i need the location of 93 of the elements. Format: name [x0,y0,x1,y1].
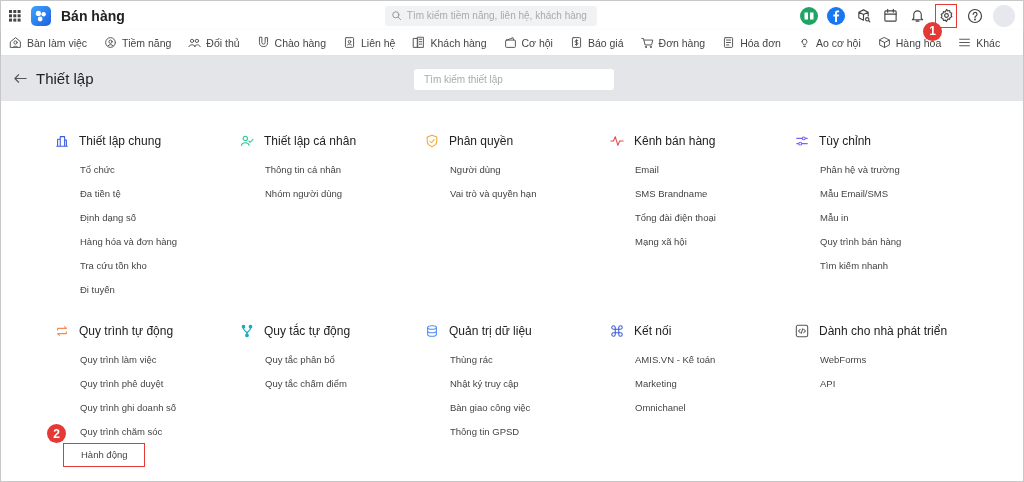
section-title: Phân quyền [449,134,514,148]
nav-tab[interactable]: Cơ hội [503,36,553,49]
settings-link[interactable]: Quy trình ghi doanh số [80,401,177,413]
nav-tab[interactable]: Bàn làm việc [9,36,88,49]
nav-tab[interactable]: Ao cơ hội [797,36,861,49]
settings-link[interactable]: Quy tắc chấm điểm [265,377,347,389]
building-icon [412,36,426,49]
settings-link[interactable]: WebForms [820,353,867,365]
app-title: Bán hàng [61,7,125,24]
price-sheet-icon [569,36,583,49]
back-arrow-icon[interactable] [13,71,28,86]
code-icon [795,324,809,338]
cube-icon [877,36,891,49]
book-icon[interactable] [800,6,818,25]
section-title: Thiết lập cá nhân [264,134,357,148]
sliders-icon [795,134,809,148]
section-title: Kênh bán hàng [634,134,716,148]
section-title: Dành cho nhà phát triển [819,324,948,338]
pulse-icon [610,134,624,148]
settings-link[interactable]: Quy trình chăm sóc [80,425,163,437]
search-field[interactable]: Tìm kiếm tiềm năng, liên hệ, khách hàng [384,5,597,26]
settings-link[interactable]: Tìm kiếm nhanh [820,259,889,271]
settings-link[interactable]: Marketing [635,377,677,389]
page-title: Thiết lập [36,70,94,87]
calendar-icon[interactable] [881,6,899,25]
settings-link[interactable]: Tra cứu tồn kho [80,259,147,271]
settings-link[interactable]: SMS Brandname [635,187,708,199]
settings-link[interactable]: Quy trình bán hàng [820,235,902,247]
settings-link[interactable]: Nhóm người dùng [265,187,343,199]
nav-tab[interactable]: Liên hệ [343,36,396,49]
app-logo [31,5,51,26]
settings-link[interactable]: Vai trò và quyền hạn [450,187,537,199]
wallet-icon [503,36,517,49]
shield-icon [425,134,439,148]
settings-search-field[interactable]: Tìm kiếm thiết lập [414,69,614,90]
settings-link[interactable]: Tổng đài điện thoại [635,211,716,223]
settings-link[interactable]: Định dạng số [80,211,136,223]
settings-link[interactable]: Thông tin cá nhân [265,163,342,175]
nav-tab[interactable]: Hóa đơn [722,36,781,49]
section-title: Kết nối [634,324,672,338]
facebook-icon[interactable] [827,6,845,25]
menu-icon [958,36,972,49]
settings-link[interactable]: Phân hệ và trường [820,163,900,175]
person-circle-icon [104,36,118,49]
section-title: Quản trị dữ liệu [449,324,532,338]
contact-card-icon [343,36,356,49]
nav-tab[interactable]: Tiềm năng [104,36,172,49]
building-icon [55,134,69,148]
section-title: Thiết lập chung [79,134,162,148]
settings-icon[interactable] [935,3,957,28]
nav-tab[interactable]: Khách hàng [412,36,487,49]
nav-tab[interactable]: Chào hàng [256,36,326,49]
settings-link[interactable]: Email [635,163,659,175]
person-check-icon [240,134,254,148]
settings-link[interactable]: Đa tiền tệ [80,187,121,199]
step-badge: 2 [47,424,66,443]
document-icon [722,36,736,49]
search-icon [390,9,402,21]
settings-link[interactable]: Đi tuyến [80,283,115,295]
settings-link[interactable]: Thùng rác [450,353,493,365]
branch-icon [240,324,254,338]
nav-tab[interactable]: Đơn hàng [640,36,706,49]
settings-link[interactable]: Tổ chức [80,163,115,175]
nav-tab[interactable]: Khác [958,36,1001,49]
settings-link[interactable]: Quy trình phê duyệt [80,377,164,389]
settings-link[interactable]: Quy trình làm việc [80,353,157,365]
home-user-icon [9,36,22,49]
section-title: Tùy chỉnh [819,134,872,148]
settings-link[interactable]: Nhật ký truy cập [450,377,519,389]
settings-link[interactable]: Mạng xã hội [635,235,687,247]
repeat-icon [55,324,69,338]
nav-tab[interactable]: Đối thủ [188,36,240,49]
settings-link[interactable]: Mẫu in [820,211,849,223]
app-grid-icon[interactable] [9,9,21,22]
settings-link[interactable]: Hành động [63,443,146,467]
settings-link[interactable]: Thông tin GPSD [450,425,520,437]
magnet-icon [256,36,270,49]
section-title: Quy tắc tự động [264,324,351,338]
settings-link[interactable]: Quy tắc phân bổ [265,353,335,365]
cart-icon [640,36,654,49]
people-icon [188,36,202,49]
settings-link[interactable]: Người dùng [450,163,501,175]
settings-link[interactable]: AMIS.VN - Kế toán [635,353,716,365]
command-icon [610,324,624,338]
settings-link[interactable]: Hàng hóa và đơn hàng [80,235,178,247]
settings-link[interactable]: Omnichanel [635,401,686,413]
section-title: Quy trình tự động [79,324,174,338]
help-icon[interactable] [966,6,984,25]
settings-link[interactable]: Mẫu Email/SMS [820,187,889,199]
settings-link[interactable]: Bàn giao công việc [450,401,531,413]
nav-tab[interactable]: Báo giá [569,36,624,49]
settings-link[interactable]: API [820,377,836,389]
database-icon [425,324,439,338]
